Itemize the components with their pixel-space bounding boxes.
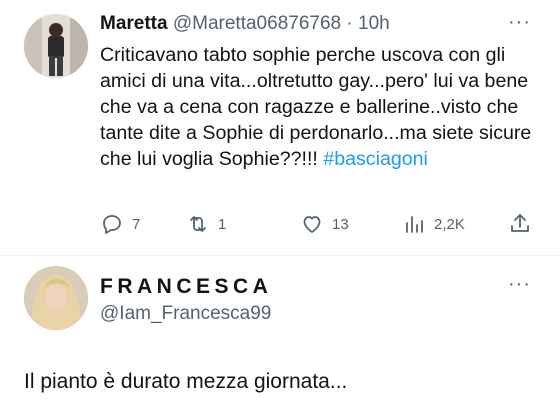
like-count: 13 [332, 215, 349, 233]
avatar-maretta[interactable] [24, 14, 88, 78]
share-icon [511, 214, 529, 232]
tweet-header: Maretta @Maretta06876768 · 10h [100, 12, 390, 36]
hashtag-link[interactable]: #basciagoni [323, 148, 428, 170]
heart-icon [303, 216, 321, 233]
tweet-maretta[interactable]: Maretta @Maretta06876768 · 10h ··· Criti… [0, 0, 560, 256]
tweet-divider [0, 255, 560, 256]
like-button[interactable]: 13 [300, 208, 349, 240]
header-separator: · [341, 13, 358, 34]
reply-button[interactable]: 7 [100, 208, 140, 240]
reply-icon [103, 215, 121, 234]
tweet-actions: 7 1 13 2,2K [0, 208, 560, 240]
tweet-text-content: Criticavano tabto sophie perche uscova c… [100, 44, 532, 170]
reply-count: 7 [132, 215, 141, 233]
retweet-count: 1 [218, 215, 227, 233]
avatar-image [24, 266, 88, 330]
avatar-francesca[interactable] [24, 266, 88, 330]
author-handle[interactable]: @Iam_Francesca99 [100, 302, 271, 326]
more-horizontal-icon[interactable]: ··· [508, 274, 531, 294]
tweet-timestamp[interactable]: 10h [358, 13, 390, 34]
tweet-text: Criticavano tabto sophie perche uscova c… [100, 42, 545, 172]
author-handle[interactable]: @Maretta06876768 [173, 13, 341, 34]
retweet-icon [190, 216, 206, 232]
author-name[interactable]: FRANCESCA [100, 274, 272, 300]
share-button[interactable] [508, 208, 532, 240]
retweet-button[interactable]: 1 [186, 208, 226, 240]
avatar-image [24, 14, 88, 78]
tweet-text: Il pianto è durato mezza giornata... [24, 370, 348, 393]
views-count: 2,2K [434, 215, 465, 233]
more-horizontal-icon[interactable]: ··· [508, 12, 531, 32]
author-name[interactable]: Maretta [100, 13, 168, 34]
views-button[interactable]: 2,2K [402, 208, 465, 240]
views-chart-icon [406, 216, 423, 233]
